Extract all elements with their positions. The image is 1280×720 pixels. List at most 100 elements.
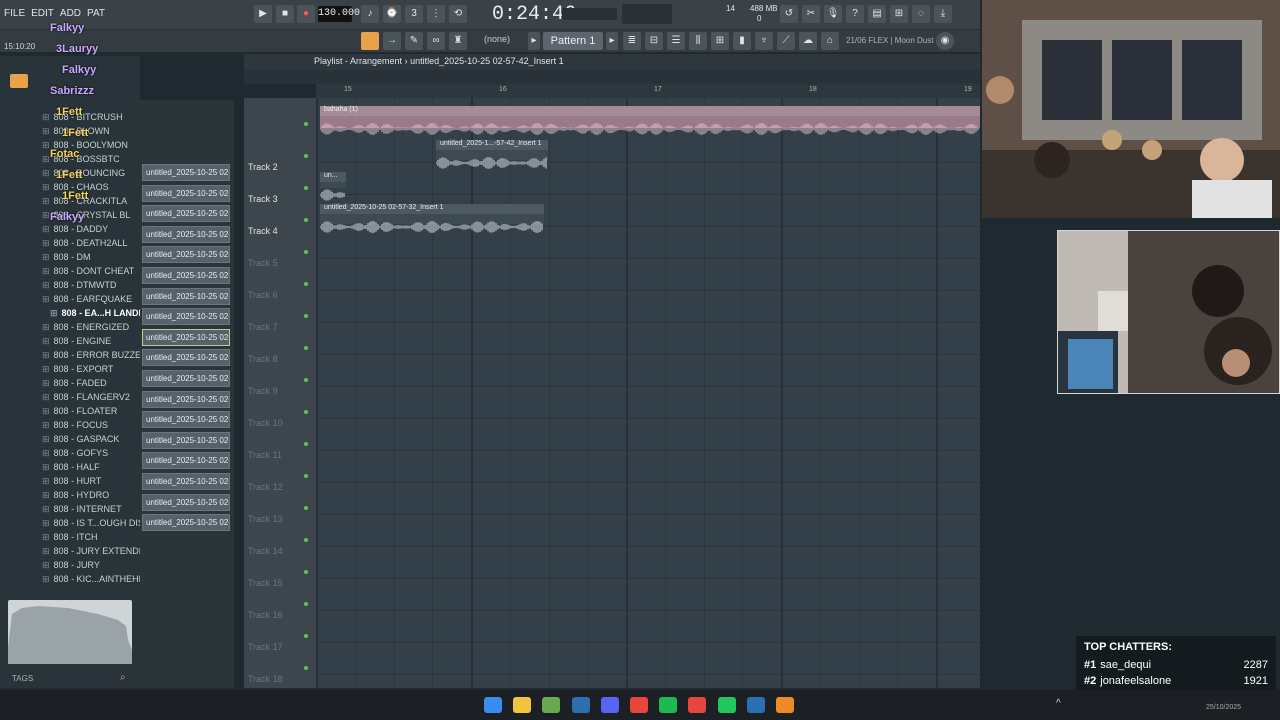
countdown-icon[interactable]: 3 xyxy=(405,5,423,23)
clip-source-item[interactable]: untitled_2025-10-25 02-... xyxy=(142,514,230,532)
browser-item[interactable]: ⊞ 808 - FLOATER xyxy=(42,404,117,418)
browser-item[interactable]: ⊞ 808 - HALF xyxy=(42,460,100,474)
mic-icon[interactable]: 🎙 xyxy=(824,5,842,23)
track-mute-led[interactable] xyxy=(304,186,308,190)
folder-expand-icon[interactable]: ⊞ xyxy=(42,448,50,458)
tray-date[interactable]: 25/10/2025 xyxy=(1206,704,1241,711)
folder-expand-icon[interactable]: ⊞ xyxy=(42,336,50,346)
mixer-view-icon[interactable]: ⫼ xyxy=(689,32,707,50)
news-icon[interactable]: ◉ xyxy=(936,32,954,50)
folder-expand-icon[interactable]: ⊞ xyxy=(42,476,50,486)
track-mute-led[interactable] xyxy=(304,218,308,222)
track-label[interactable]: Track 9 xyxy=(248,386,278,396)
chat-icon[interactable]: ◌ xyxy=(912,5,930,23)
track-label[interactable]: Track 8 xyxy=(248,354,278,364)
tags-label[interactable]: TAGS xyxy=(12,674,33,683)
clip-source-item[interactable]: untitled_2025-10-25 02-... xyxy=(142,246,230,264)
track-mute-led[interactable] xyxy=(304,378,308,382)
help-icon[interactable]: ? xyxy=(846,5,864,23)
browser-item[interactable]: ⊞ 808 - IS T...OUGH DIST xyxy=(42,516,149,530)
clip-source-item[interactable]: untitled_2025-10-25 02-... xyxy=(142,308,230,326)
loop-record-icon[interactable]: ⟲ xyxy=(449,5,467,23)
link-icon[interactable]: ∞ xyxy=(427,32,445,50)
folder-expand-icon[interactable]: ⊞ xyxy=(42,434,50,444)
browser-view-icon[interactable]: ⊞ xyxy=(711,32,729,50)
browser-item[interactable]: ⊞ 808 - FLANGERV2 xyxy=(42,390,130,404)
browser-item[interactable]: ⊞ 808 - ERROR BUZZER xyxy=(42,348,148,362)
piano-roll-icon[interactable]: ⊟ xyxy=(645,32,663,50)
browser-item[interactable]: ⊞ 808 - GOFYS xyxy=(42,446,108,460)
prev-pattern-icon[interactable]: ▸ xyxy=(528,32,540,50)
browser-item[interactable]: ⊞ 808 - EARFQUAKE xyxy=(42,292,132,306)
track-mute-led[interactable] xyxy=(304,314,308,318)
search-icon[interactable]: ⌕ xyxy=(120,672,126,683)
stop-icon[interactable]: ■ xyxy=(276,5,294,23)
audio-clip[interactable]: bahaha (1) xyxy=(319,106,980,135)
clip-source-item[interactable]: untitled_2025-10-25 02-... xyxy=(142,370,230,387)
track-label[interactable]: Track 3 xyxy=(248,194,278,204)
folder-expand-icon[interactable]: ⊞ xyxy=(42,518,50,528)
track-mute-led[interactable] xyxy=(304,474,308,478)
folder-expand-icon[interactable]: ⊞ xyxy=(42,322,50,332)
steam-icon[interactable] xyxy=(571,697,590,713)
channel-rack-icon[interactable]: ☰ xyxy=(667,32,685,50)
track-mute-led[interactable] xyxy=(304,442,308,446)
folder-expand-icon[interactable]: ⊞ xyxy=(42,546,50,556)
clip-source-item[interactable]: untitled_2025-10-25 02-... xyxy=(142,267,230,284)
folder-expand-icon[interactable]: ⊞ xyxy=(42,504,50,514)
discord-icon[interactable] xyxy=(600,697,619,713)
step-edit-icon[interactable]: ⋮ xyxy=(427,5,445,23)
browser-item[interactable]: ⊞ 808 - INTERNET xyxy=(42,502,122,516)
browser-item[interactable]: ⊞ 808 - ITCH xyxy=(42,530,98,544)
track-label[interactable]: Track 13 xyxy=(248,514,283,524)
audio-clip[interactable]: untitled_2025-1...-57-42_Insert 1 xyxy=(435,140,548,169)
folder-expand-icon[interactable]: ⊞ xyxy=(42,364,50,374)
folder-expand-icon[interactable]: ⊞ xyxy=(42,406,50,416)
folder-expand-icon[interactable]: ⊞ xyxy=(42,350,50,360)
folder-expand-icon[interactable]: ⊞ xyxy=(42,462,50,472)
cut-icon[interactable]: ✂ xyxy=(802,5,820,23)
windows-start-icon[interactable] xyxy=(484,697,502,713)
record-icon[interactable]: ● xyxy=(297,5,315,23)
browser-item[interactable]: ⊞ 808 - DTMWTD xyxy=(42,278,117,292)
track-label[interactable]: Track 17 xyxy=(248,642,283,652)
track-mute-led[interactable] xyxy=(304,122,308,126)
clip-source-item[interactable]: untitled_2025-10-25 02-... xyxy=(142,431,230,449)
fl-studio-icon[interactable] xyxy=(776,697,794,713)
folder-expand-icon[interactable]: ⊞ xyxy=(42,378,50,388)
browser-item[interactable]: ⊞ 808 - GASPACK xyxy=(42,432,119,446)
plugin-icon[interactable]: ▮ xyxy=(733,32,751,50)
tempo-display[interactable]: 130.000 xyxy=(318,6,360,22)
browser-item[interactable]: ⊞ 808 - EA...H LANDING xyxy=(50,306,155,320)
playlist-grid[interactable]: bahaha (1) untitled_2025-1...-57-42_Inser… xyxy=(316,98,980,707)
tray-chevron-icon[interactable]: ^ xyxy=(1056,698,1061,709)
browser-item[interactable]: ⊞ 808 - JURY EXTENDED xyxy=(42,544,151,558)
browser-item[interactable]: ⊞ 808 - ENGINE xyxy=(42,334,111,348)
track-label[interactable]: Track 2 xyxy=(248,162,278,172)
download-icon[interactable]: ⤓ xyxy=(934,5,952,23)
audio-clip[interactable]: un... xyxy=(319,172,346,201)
play-icon[interactable]: ▶ xyxy=(254,5,272,23)
track-label[interactable]: Track 12 xyxy=(248,482,283,492)
track-mute-led[interactable] xyxy=(304,346,308,350)
chrome-icon[interactable] xyxy=(688,697,707,713)
pattern-menu-icon[interactable]: ▸ xyxy=(606,32,618,50)
browser-item[interactable]: ⊞ 808 - ENERGIZED xyxy=(42,320,129,334)
chrome-alt-icon[interactable] xyxy=(630,697,648,713)
track-label[interactable]: Track 4 xyxy=(248,226,278,236)
clip-source-item[interactable]: untitled_2025-10-25 02-... xyxy=(142,473,230,490)
track-mute-led[interactable] xyxy=(304,538,308,542)
folder-expand-icon[interactable]: ⊞ xyxy=(42,490,50,500)
file-explorer-icon[interactable] xyxy=(513,697,532,713)
browser-item[interactable]: ⊞ 808 - EXPORT xyxy=(42,362,113,376)
browser-item[interactable]: ⊞ 808 - HYDRO xyxy=(42,488,109,502)
timeline-ruler[interactable]: 15 16 17 18 19 xyxy=(316,84,980,98)
clip-source-item[interactable]: untitled_2025-10-25 02-... xyxy=(142,493,230,511)
audio-clip[interactable]: untitled_2025-10-25 02-57-32_Insert 1 xyxy=(319,204,544,233)
track-mute-led[interactable] xyxy=(304,570,308,574)
track-label[interactable]: Track 10 xyxy=(248,418,283,428)
track-mute-led[interactable] xyxy=(304,250,308,254)
metronome-icon[interactable]: ♪ xyxy=(361,5,379,23)
pencil-icon[interactable]: ✎ xyxy=(405,32,423,50)
clip-source-item[interactable]: untitled_2025-10-25 02-... xyxy=(142,287,230,305)
